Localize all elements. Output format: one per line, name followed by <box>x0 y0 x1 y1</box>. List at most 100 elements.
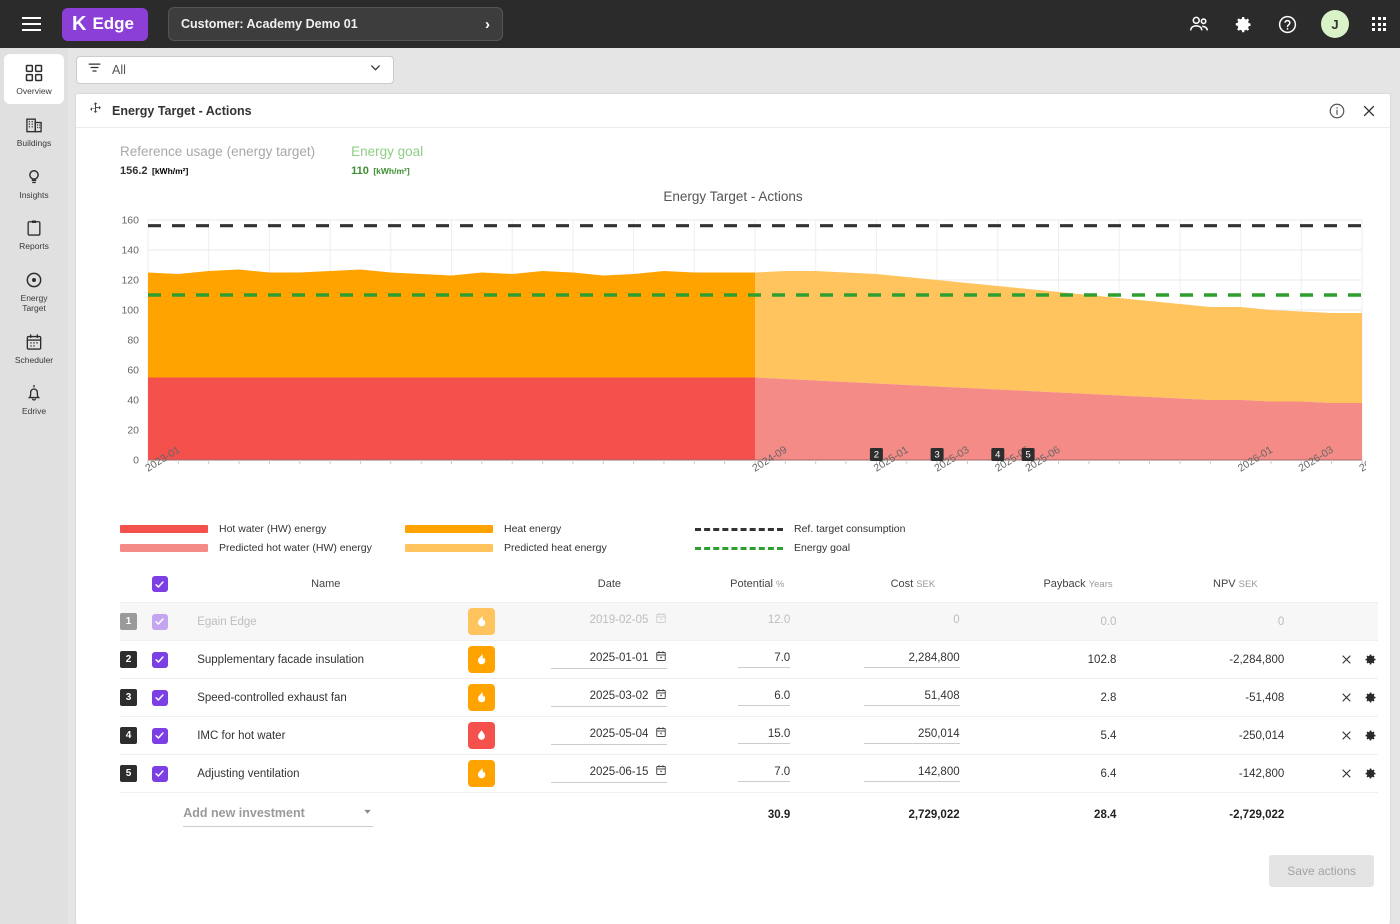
svg-text:140: 140 <box>121 245 139 257</box>
filter-value: All <box>112 63 126 77</box>
row-number-badge: 3 <box>120 689 137 706</box>
chart-marker: 4 <box>991 448 1005 461</box>
people-icon[interactable] <box>1188 13 1210 35</box>
th-npv[interactable]: NPV SEK <box>1158 576 1313 603</box>
remove-row-icon[interactable] <box>1340 691 1353 704</box>
legend-item: Predicted heat energy <box>405 542 695 554</box>
customer-selector[interactable]: Customer: Academy Demo 01 › <box>168 7 504 41</box>
add-new-investment-button[interactable]: Add new investment <box>183 802 374 828</box>
legend-item: Predicted hot water (HW) energy <box>120 542 405 554</box>
cost-input[interactable]: 0 <box>864 614 959 630</box>
potential-input[interactable]: 6.0 <box>738 690 791 706</box>
row-checkbox[interactable] <box>151 613 168 630</box>
date-input[interactable]: 2025-05-04 <box>551 726 668 745</box>
date-input[interactable]: 2025-01-01 <box>551 650 668 669</box>
sidebar-item-scheduler[interactable]: Scheduler <box>4 323 64 373</box>
potential-input[interactable]: 7.0 <box>738 766 791 782</box>
cost-input[interactable]: 51,408 <box>863 690 960 706</box>
row-settings-icon[interactable] <box>1363 766 1378 781</box>
hamburger-icon[interactable] <box>14 7 48 41</box>
cost-input[interactable]: 250,014 <box>863 728 960 744</box>
remove-row-icon[interactable] <box>1340 729 1353 742</box>
sidebar-item-buildings[interactable]: Buildings <box>4 106 64 156</box>
row-number-badge: 1 <box>120 613 137 630</box>
row-checkbox[interactable] <box>151 765 168 782</box>
row-actions-cell <box>1312 678 1378 717</box>
help-icon[interactable] <box>1277 14 1298 35</box>
move-icon[interactable] <box>88 101 103 121</box>
brand-name: Edge <box>92 14 135 33</box>
sidebar-item-reports[interactable]: Reports <box>4 209 64 259</box>
calendar-icon[interactable] <box>655 650 667 665</box>
legend-item: Ref. target consumption <box>695 523 905 535</box>
row-actions-cell <box>1312 716 1378 755</box>
row-settings-icon[interactable] <box>1363 728 1378 743</box>
totals-spacer <box>1312 793 1378 837</box>
row-settings-icon[interactable] <box>1363 690 1378 705</box>
table-row: 3 Speed-controlled exhaust fan 2025-03-02 6… <box>120 678 1378 717</box>
th-potential-label: Potential <box>730 578 773 590</box>
npv-value: 0 <box>1277 615 1285 628</box>
row-potential-cell: 7.0 <box>686 640 829 679</box>
top-bar-actions: J <box>1188 10 1386 38</box>
energy-area-chart[interactable]: 0 20 40 60 80 100 120 140 160 2023-01 2024-09 2025-… <box>76 212 1390 502</box>
gear-icon[interactable] <box>1233 14 1254 35</box>
th-potential[interactable]: Potential% <box>686 576 829 603</box>
legend-swatch-predicted-heat <box>405 544 493 552</box>
th-date[interactable]: Date <box>532 576 687 603</box>
th-number <box>120 576 152 603</box>
apps-grid-icon[interactable] <box>1372 17 1386 31</box>
th-name-label: Name <box>311 578 341 590</box>
th-cost[interactable]: Cost SEK <box>828 576 998 603</box>
cost-input[interactable]: 142,800 <box>863 766 960 782</box>
date-input[interactable]: 2025-06-15 <box>551 764 668 783</box>
calendar-icon[interactable] <box>655 726 667 741</box>
date-input[interactable]: 2019-02-05 <box>551 612 667 631</box>
row-checkbox[interactable] <box>151 727 168 744</box>
calendar-icon[interactable] <box>655 688 667 703</box>
table-foot: Add new investment 30.9 2,729,022 28.4 -… <box>120 793 1378 837</box>
select-all-checkbox[interactable] <box>151 576 168 592</box>
date-input[interactable]: 2025-03-02 <box>551 688 668 707</box>
row-checkbox[interactable] <box>151 689 168 706</box>
brand-logo[interactable]: K Edge <box>62 7 149 41</box>
row-name-cell: Adjusting ventilation <box>183 754 469 793</box>
info-icon[interactable] <box>1328 102 1346 120</box>
svg-text:60: 60 <box>127 365 139 377</box>
calendar-icon[interactable] <box>655 612 667 627</box>
potential-input[interactable]: 7.0 <box>738 652 791 668</box>
remove-row-icon[interactable] <box>1340 767 1353 780</box>
row-npv-cell: -142,800 <box>1158 754 1313 793</box>
potential-input[interactable]: 12.0 <box>738 614 790 630</box>
cost-input[interactable]: 2,284,800 <box>863 652 960 668</box>
row-settings-icon[interactable] <box>1363 652 1378 667</box>
row-payback-cell: 2.8 <box>997 678 1159 717</box>
row-date-cell: 2025-05-04 <box>532 716 687 755</box>
row-date-cell: 2025-06-15 <box>532 754 687 793</box>
th-payback[interactable]: Payback Years <box>997 576 1159 603</box>
date-value: 2025-05-04 <box>589 727 649 740</box>
sidebar-item-insights[interactable]: Insights <box>4 158 64 208</box>
th-name[interactable]: Name <box>183 576 469 603</box>
row-actions <box>1312 728 1378 743</box>
row-payback-cell: 102.8 <box>997 640 1159 679</box>
sidebar-item-overview[interactable]: Overview <box>4 54 64 104</box>
water-drop-icon <box>468 722 496 749</box>
scheduler-icon <box>24 332 44 352</box>
flame-icon <box>468 684 496 711</box>
sidebar-item-label: Energy Target <box>20 293 48 313</box>
potential-input[interactable]: 15.0 <box>738 728 791 744</box>
sidebar-item-edrive[interactable]: Edrive <box>4 374 64 424</box>
avatar[interactable]: J <box>1321 10 1349 38</box>
close-icon[interactable] <box>1360 102 1378 120</box>
row-actions-cell <box>1312 754 1378 793</box>
calendar-icon[interactable] <box>655 764 667 779</box>
svg-text:120: 120 <box>121 275 139 287</box>
row-potential-cell: 15.0 <box>686 716 829 755</box>
npv-value: -250,014 <box>1238 729 1285 742</box>
filter-dropdown[interactable]: All <box>76 56 394 84</box>
row-checkbox[interactable] <box>151 651 168 668</box>
save-actions-button[interactable]: Save actions <box>1269 854 1374 887</box>
remove-row-icon[interactable] <box>1340 653 1353 666</box>
sidebar-item-energy-target[interactable]: Energy Target <box>4 261 64 321</box>
